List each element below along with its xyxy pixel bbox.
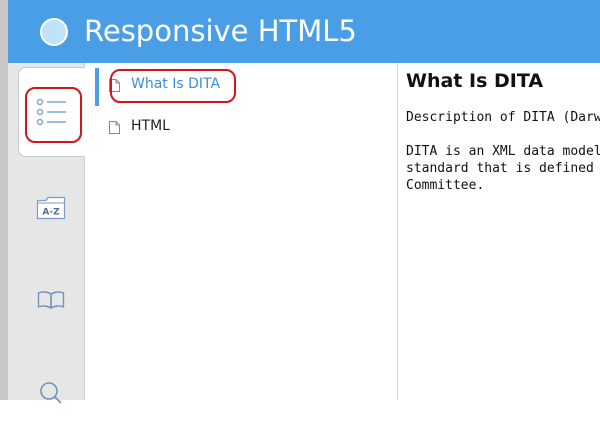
- topic-body-line: standard that is defined and: [406, 161, 600, 176]
- search-icon: [40, 382, 62, 404]
- header-bar: Responsive HTML5: [8, 0, 600, 63]
- logo-circle-icon: [40, 18, 68, 46]
- icon-sidebar: A-Z: [8, 63, 85, 404]
- topic-description: Description of DITA (Darwin: [406, 110, 600, 125]
- document-icon: [109, 121, 120, 134]
- topic-body-line: Committee.: [406, 178, 485, 193]
- tab-index[interactable]: A-Z: [18, 163, 84, 253]
- tab-search[interactable]: [18, 347, 84, 437]
- toc-item-label: What Is DITA: [131, 76, 221, 92]
- a-z-folder-icon: A-Z: [36, 196, 66, 220]
- topic-body-line: DITA is an XML data model f: [406, 144, 600, 159]
- toc-panel: What Is DITA HTML: [85, 63, 398, 400]
- index-icon-label: A-Z: [42, 208, 60, 218]
- topic-title: What Is DITA: [406, 70, 544, 92]
- document-icon: [109, 79, 120, 92]
- topic-content: What Is DITA Description of DITA (Darwin…: [398, 63, 600, 400]
- toc-item-html[interactable]: HTML: [95, 113, 385, 143]
- app-title: Responsive HTML5: [84, 14, 357, 48]
- toc-item-what-is-dita[interactable]: What Is DITA: [95, 68, 385, 106]
- toc-item-label: HTML: [131, 118, 170, 134]
- help-window: Responsive HTML5 A-Z What Is DITA HTML W…: [0, 0, 600, 404]
- list-icon: [36, 98, 66, 126]
- book-icon: [37, 291, 65, 309]
- tab-glossary[interactable]: [18, 255, 84, 345]
- tab-contents[interactable]: [18, 67, 85, 157]
